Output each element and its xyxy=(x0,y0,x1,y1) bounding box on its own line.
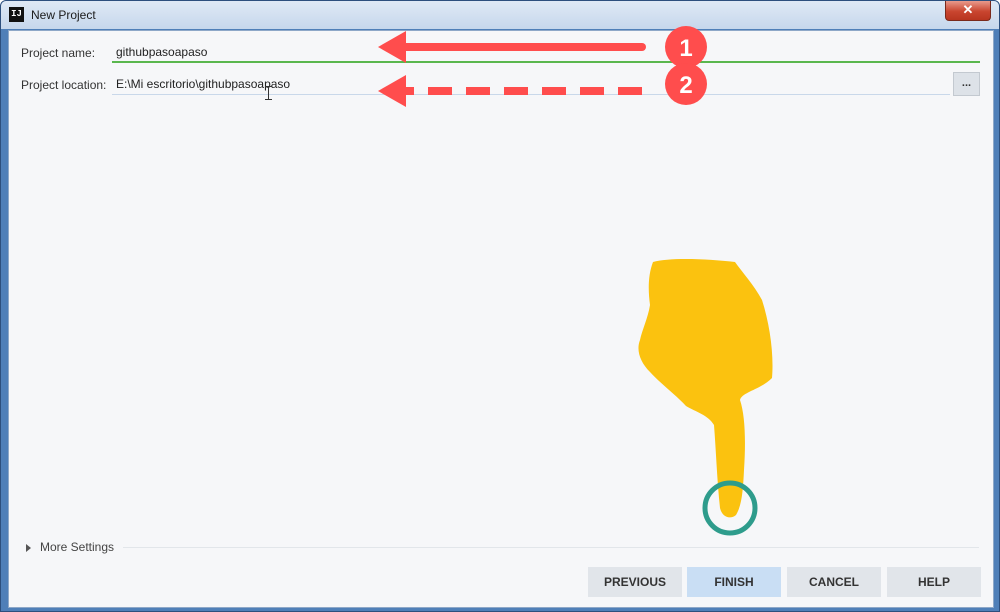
previous-button[interactable]: PREVIOUS xyxy=(588,567,682,597)
cancel-button[interactable]: CANCEL xyxy=(787,567,881,597)
dialog-content: Project name: githubpasoapaso Project lo… xyxy=(8,30,994,608)
title-bar: IJ New Project ✕ xyxy=(1,1,999,29)
more-settings-toggle[interactable]: More Settings xyxy=(26,540,114,554)
project-location-input[interactable]: E:\Mi escritorio\githubpasoapaso xyxy=(112,73,950,95)
project-name-input[interactable]: githubpasoapaso xyxy=(112,41,980,63)
browse-location-button[interactable]: ... xyxy=(953,72,980,96)
close-window-button[interactable]: ✕ xyxy=(945,1,991,21)
window-title: New Project xyxy=(31,8,96,22)
finish-button[interactable]: FINISH xyxy=(687,567,781,597)
expand-triangle-icon xyxy=(26,543,31,552)
text-cursor-icon xyxy=(265,86,272,100)
new-project-window: IJ New Project ✕ Project name: githubpas… xyxy=(0,0,1000,612)
more-settings-divider xyxy=(123,547,979,548)
project-location-label: Project location: xyxy=(21,78,107,92)
help-button[interactable]: HELP xyxy=(887,567,981,597)
more-settings-label: More Settings xyxy=(40,540,115,554)
project-name-label: Project name: xyxy=(21,46,96,60)
intellij-app-icon: IJ xyxy=(9,7,24,22)
